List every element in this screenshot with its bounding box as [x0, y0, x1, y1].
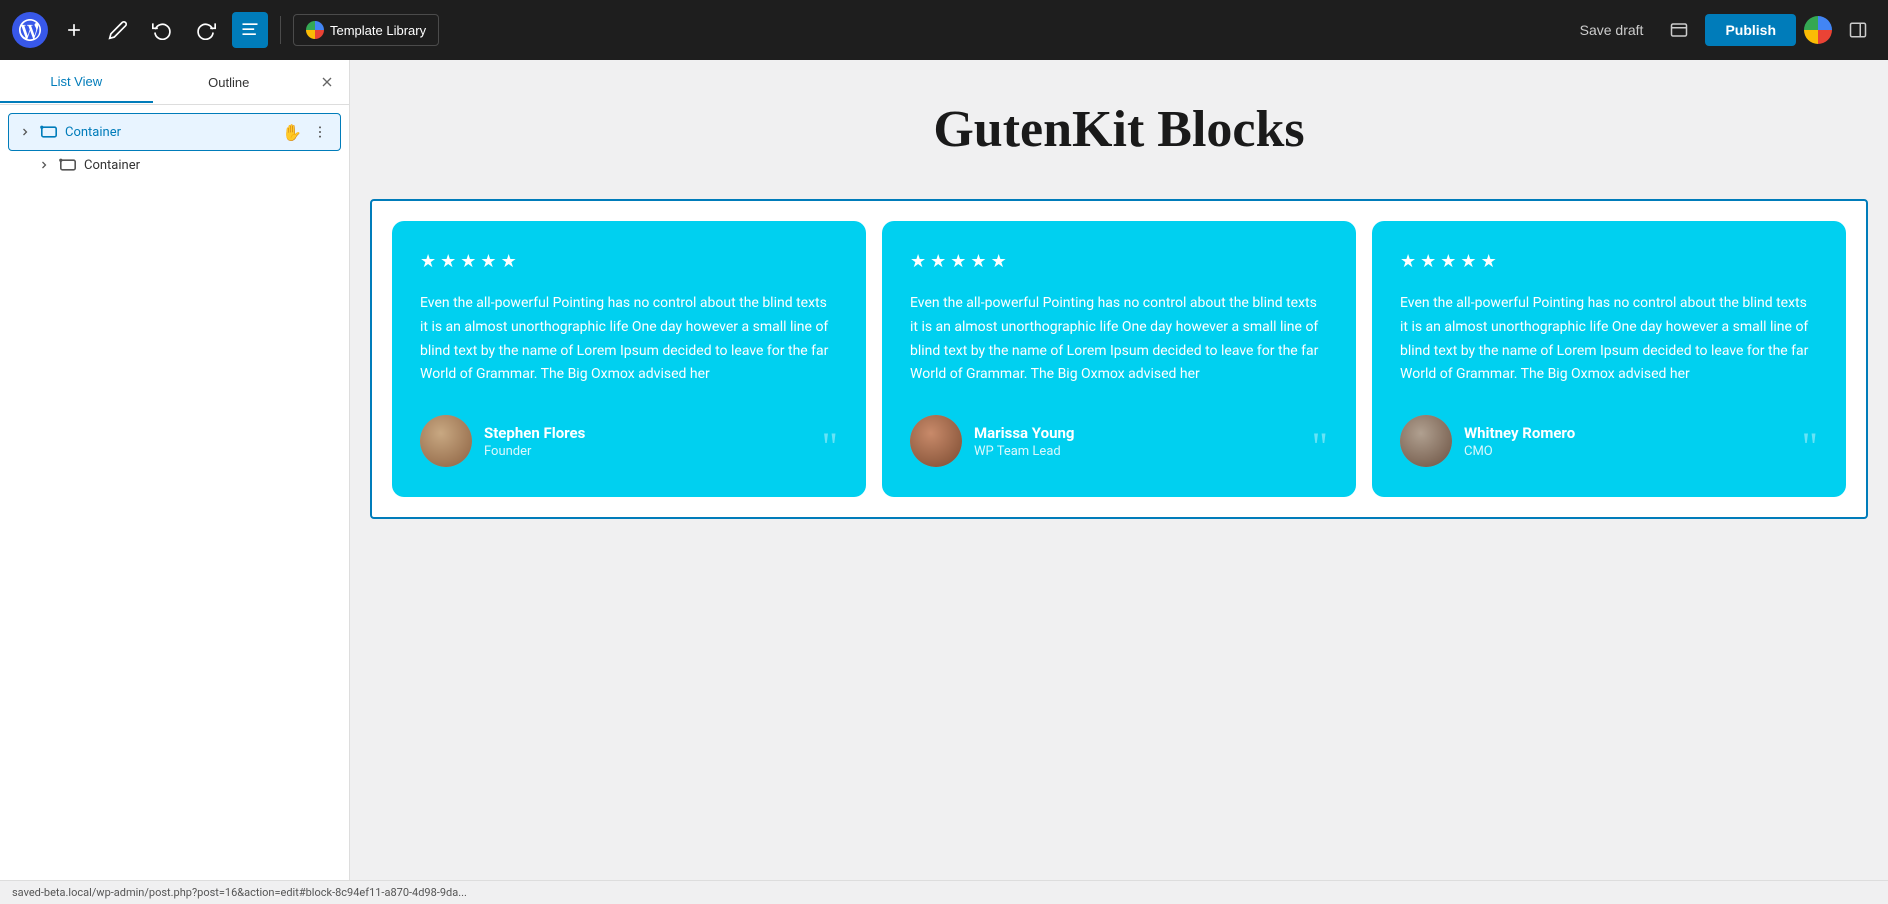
- template-library-button[interactable]: Template Library: [293, 14, 439, 46]
- stars-2: ★ ★ ★ ★ ★: [910, 251, 1328, 272]
- quote-icon-1: ": [822, 427, 838, 467]
- save-draft-button[interactable]: Save draft: [1570, 16, 1654, 44]
- main-layout: List View Outline: [0, 60, 1888, 904]
- preview-button[interactable]: [1661, 12, 1697, 48]
- wp-logo[interactable]: [12, 12, 48, 48]
- reviewer-name-2: Marissa Young: [974, 424, 1074, 442]
- google-account-icon[interactable]: [1804, 16, 1832, 44]
- more-options-icon: [312, 124, 328, 140]
- sidebar-header: List View Outline: [0, 60, 349, 105]
- toggle-sidebar-button[interactable]: [1840, 12, 1876, 48]
- chevron-right-icon: [17, 124, 33, 140]
- tree-label-2: Container: [84, 158, 333, 173]
- tree-item-options-1[interactable]: [308, 120, 332, 144]
- testimonial-card-2: ★ ★ ★ ★ ★ Even the all-powerful Pointing…: [882, 221, 1356, 497]
- toolbar-right: Save draft Publish: [1570, 12, 1876, 48]
- main-toolbar: Template Library Save draft Publish: [0, 0, 1888, 60]
- plus-icon: [64, 20, 84, 40]
- avatar-3: [1400, 415, 1452, 467]
- template-library-label: Template Library: [330, 23, 426, 38]
- quote-icon-3: ": [1802, 427, 1818, 467]
- sidebar-content: Container ✋: [0, 105, 349, 187]
- reviewer-role-1: Founder: [484, 444, 585, 459]
- testimonial-text-2: Even the all-powerful Pointing has no co…: [910, 292, 1328, 387]
- gutenkit-icon: [306, 21, 324, 39]
- quote-icon-2: ": [1312, 427, 1328, 467]
- status-url: saved-beta.local/wp-admin/post.php?post=…: [12, 886, 467, 899]
- tree-item-container-1[interactable]: Container ✋: [8, 113, 341, 151]
- testimonial-grid: ★ ★ ★ ★ ★ Even the all-powerful Pointing…: [392, 221, 1846, 497]
- tree-label-1: Container: [65, 125, 276, 140]
- page-title: GutenKit Blocks: [370, 100, 1868, 159]
- content-area: GutenKit Blocks ★ ★ ★ ★ ★ Even the all-p…: [350, 60, 1888, 904]
- reviewer-role-3: CMO: [1464, 444, 1575, 459]
- testimonial-text-3: Even the all-powerful Pointing has no co…: [1400, 292, 1818, 387]
- container-icon-2: [58, 157, 78, 173]
- reviewer-info-1: Stephen Flores Founder: [484, 424, 585, 459]
- sidebar-toggle-icon: [1849, 21, 1867, 39]
- document-overview-button[interactable]: [232, 12, 268, 48]
- redo-icon: [196, 20, 216, 40]
- redo-button[interactable]: [188, 12, 224, 48]
- reviewer-name-1: Stephen Flores: [484, 424, 585, 442]
- tab-list-view[interactable]: List View: [0, 62, 153, 103]
- testimonial-card-3: ★ ★ ★ ★ ★ Even the all-powerful Pointing…: [1372, 221, 1846, 497]
- reviewer-info-2: Marissa Young WP Team Lead: [974, 424, 1074, 459]
- chevron-right-icon-2: [36, 157, 52, 173]
- testimonial-text-1: Even the all-powerful Pointing has no co…: [420, 292, 838, 387]
- close-sidebar-button[interactable]: [309, 64, 345, 100]
- close-icon: [319, 74, 335, 90]
- undo-button[interactable]: [144, 12, 180, 48]
- reviewer-info-3: Whitney Romero CMO: [1464, 424, 1575, 459]
- container-icon-1: [39, 124, 59, 140]
- reviewer-name-3: Whitney Romero: [1464, 424, 1575, 442]
- tree-item-container-2[interactable]: Container: [8, 151, 341, 179]
- undo-icon: [152, 20, 172, 40]
- preview-icon: [1670, 21, 1688, 39]
- tab-outline[interactable]: Outline: [153, 63, 306, 102]
- testimonial-footer-1: Stephen Flores Founder ": [420, 415, 838, 467]
- avatar-1: [420, 415, 472, 467]
- reviewer-role-2: WP Team Lead: [974, 444, 1074, 459]
- tools-button[interactable]: [100, 12, 136, 48]
- stars-1: ★ ★ ★ ★ ★: [420, 251, 838, 272]
- stars-3: ★ ★ ★ ★ ★: [1400, 251, 1818, 272]
- status-bar: saved-beta.local/wp-admin/post.php?post=…: [0, 880, 1888, 904]
- wp-logo-icon: [19, 19, 41, 41]
- list-view-icon: [240, 20, 260, 40]
- sidebar: List View Outline: [0, 60, 350, 904]
- publish-button[interactable]: Publish: [1705, 14, 1796, 46]
- testimonial-footer-3: Whitney Romero CMO ": [1400, 415, 1818, 467]
- testimonial-card-1: ★ ★ ★ ★ ★ Even the all-powerful Pointing…: [392, 221, 866, 497]
- avatar-2: [910, 415, 962, 467]
- testimonial-footer-2: Marissa Young WP Team Lead ": [910, 415, 1328, 467]
- toolbar-divider-1: [280, 16, 281, 44]
- pencil-icon: [108, 20, 128, 40]
- hand-cursor-icon: ✋: [282, 123, 302, 142]
- add-block-button[interactable]: [56, 12, 92, 48]
- testimonial-section: ★ ★ ★ ★ ★ Even the all-powerful Pointing…: [370, 199, 1868, 519]
